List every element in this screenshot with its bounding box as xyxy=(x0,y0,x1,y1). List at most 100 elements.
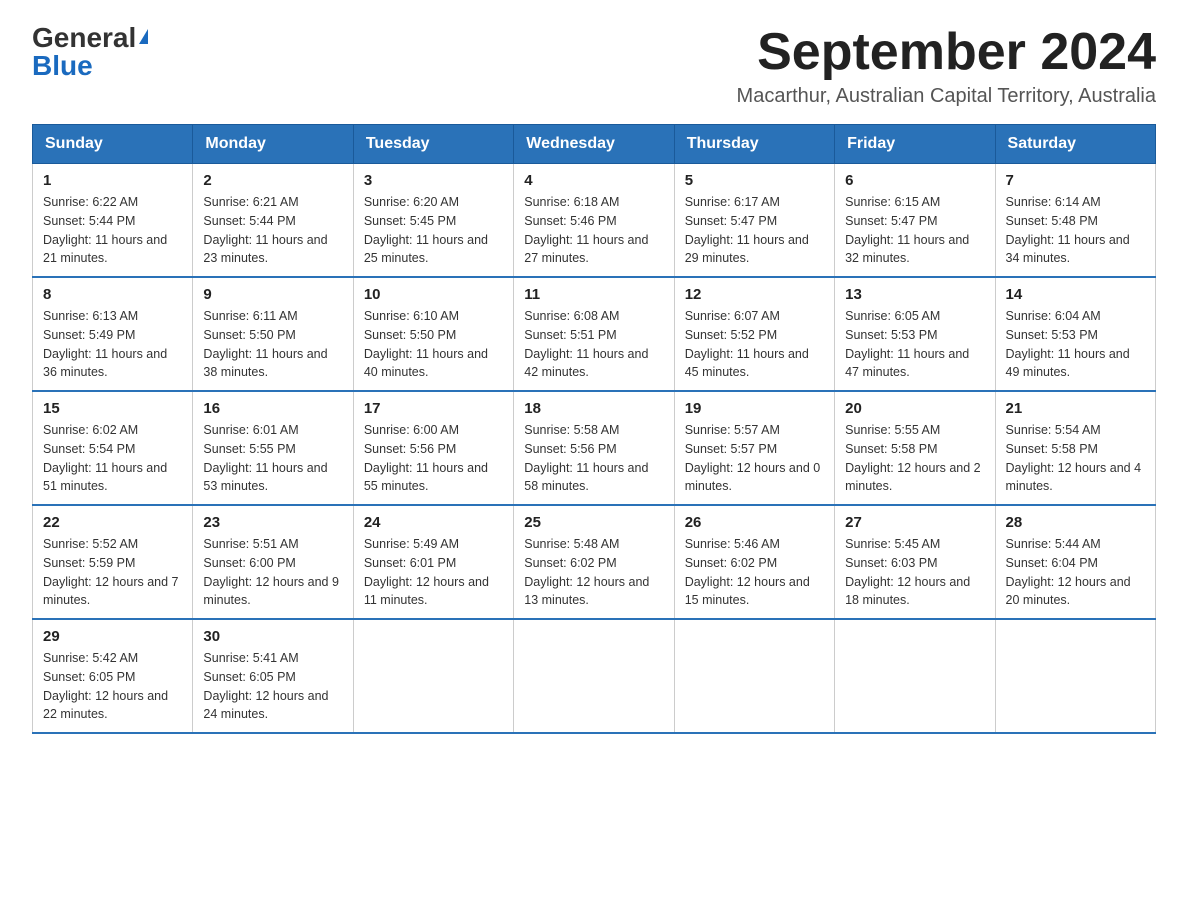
day-info: Sunrise: 6:21 AMSunset: 5:44 PMDaylight:… xyxy=(203,195,327,265)
title-area: September 2024 Macarthur, Australian Cap… xyxy=(737,24,1156,108)
logo-triangle-icon xyxy=(139,29,148,44)
calendar-day-cell: 2 Sunrise: 6:21 AMSunset: 5:44 PMDaylight… xyxy=(193,164,353,278)
day-info: Sunrise: 5:42 AMSunset: 6:05 PMDaylight:… xyxy=(43,651,168,721)
day-number: 9 xyxy=(203,286,342,303)
calendar-day-cell: 17Sunrise: 6:00 AMSunset: 5:56 PMDayligh… xyxy=(353,391,513,505)
day-info: Sunrise: 5:52 AMSunset: 5:59 PMDaylight:… xyxy=(43,537,179,607)
calendar-day-cell: 21 Sunrise: 5:54 AMSunset: 5:58 PMDayligh… xyxy=(995,391,1155,505)
day-info: Sunrise: 6:07 AMSunset: 5:52 PMDaylight:… xyxy=(685,309,809,379)
calendar-day-cell: 12 Sunrise: 6:07 AMSunset: 5:52 PMDayligh… xyxy=(674,277,834,391)
day-info: Sunrise: 6:11 AMSunset: 5:50 PMDaylight:… xyxy=(203,309,327,379)
day-number: 28 xyxy=(1006,514,1145,531)
day-number: 15 xyxy=(43,400,182,417)
calendar-header: SundayMondayTuesdayWednesdayThursdayFrid… xyxy=(33,125,1156,164)
calendar-day-cell: 16 Sunrise: 6:01 AMSunset: 5:55 PMDayligh… xyxy=(193,391,353,505)
calendar-day-cell: 25 Sunrise: 5:48 AMSunset: 6:02 PMDayligh… xyxy=(514,505,674,619)
day-of-week-header: Monday xyxy=(193,125,353,164)
calendar-day-cell: 14 Sunrise: 6:04 AMSunset: 5:53 PMDayligh… xyxy=(995,277,1155,391)
day-info: Sunrise: 5:46 AMSunset: 6:02 PMDaylight:… xyxy=(685,537,810,607)
day-info: Sunrise: 5:48 AMSunset: 6:02 PMDaylight:… xyxy=(524,537,649,607)
calendar-day-cell: 20 Sunrise: 5:55 AMSunset: 5:58 PMDayligh… xyxy=(835,391,995,505)
day-number: 24 xyxy=(364,514,503,531)
day-of-week-header: Tuesday xyxy=(353,125,513,164)
day-of-week-header: Wednesday xyxy=(514,125,674,164)
day-info: Sunrise: 6:17 AMSunset: 5:47 PMDaylight:… xyxy=(685,195,809,265)
calendar-day-cell: 4Sunrise: 6:18 AMSunset: 5:46 PMDaylight… xyxy=(514,164,674,278)
calendar-day-cell: 8 Sunrise: 6:13 AMSunset: 5:49 PMDaylight… xyxy=(33,277,193,391)
day-info: Sunrise: 5:58 AMSunset: 5:56 PMDaylight:… xyxy=(524,423,648,493)
logo: General Blue xyxy=(32,24,148,80)
day-info: Sunrise: 6:04 AMSunset: 5:53 PMDaylight:… xyxy=(1006,309,1130,379)
day-of-week-header: Sunday xyxy=(33,125,193,164)
calendar-day-cell xyxy=(514,619,674,733)
days-of-week-row: SundayMondayTuesdayWednesdayThursdayFrid… xyxy=(33,125,1156,164)
calendar-day-cell: 29Sunrise: 5:42 AMSunset: 6:05 PMDayligh… xyxy=(33,619,193,733)
day-number: 21 xyxy=(1006,400,1145,417)
day-number: 23 xyxy=(203,514,342,531)
calendar-day-cell: 28 Sunrise: 5:44 AMSunset: 6:04 PMDayligh… xyxy=(995,505,1155,619)
calendar-day-cell: 5 Sunrise: 6:17 AMSunset: 5:47 PMDaylight… xyxy=(674,164,834,278)
day-info: Sunrise: 5:54 AMSunset: 5:58 PMDaylight:… xyxy=(1006,423,1142,493)
day-of-week-header: Saturday xyxy=(995,125,1155,164)
day-number: 26 xyxy=(685,514,824,531)
day-info: Sunrise: 5:49 AMSunset: 6:01 PMDaylight:… xyxy=(364,537,489,607)
day-info: Sunrise: 5:45 AMSunset: 6:03 PMDaylight:… xyxy=(845,537,970,607)
day-info: Sunrise: 5:44 AMSunset: 6:04 PMDaylight:… xyxy=(1006,537,1131,607)
calendar-day-cell: 23 Sunrise: 5:51 AMSunset: 6:00 PMDayligh… xyxy=(193,505,353,619)
calendar-day-cell: 13 Sunrise: 6:05 AMSunset: 5:53 PMDayligh… xyxy=(835,277,995,391)
day-number: 18 xyxy=(524,400,663,417)
calendar-week-row: 15Sunrise: 6:02 AMSunset: 5:54 PMDayligh… xyxy=(33,391,1156,505)
day-number: 20 xyxy=(845,400,984,417)
day-number: 22 xyxy=(43,514,182,531)
month-year-title: September 2024 xyxy=(737,24,1156,81)
calendar-day-cell: 30 Sunrise: 5:41 AMSunset: 6:05 PMDayligh… xyxy=(193,619,353,733)
calendar-day-cell: 27 Sunrise: 5:45 AMSunset: 6:03 PMDayligh… xyxy=(835,505,995,619)
calendar-day-cell: 22 Sunrise: 5:52 AMSunset: 5:59 PMDayligh… xyxy=(33,505,193,619)
day-info: Sunrise: 5:51 AMSunset: 6:00 PMDaylight:… xyxy=(203,537,339,607)
calendar-day-cell: 24 Sunrise: 5:49 AMSunset: 6:01 PMDayligh… xyxy=(353,505,513,619)
day-info: Sunrise: 5:55 AMSunset: 5:58 PMDaylight:… xyxy=(845,423,981,493)
calendar-day-cell: 7Sunrise: 6:14 AMSunset: 5:48 PMDaylight… xyxy=(995,164,1155,278)
day-info: Sunrise: 6:01 AMSunset: 5:55 PMDaylight:… xyxy=(203,423,327,493)
calendar-day-cell: 6 Sunrise: 6:15 AMSunset: 5:47 PMDaylight… xyxy=(835,164,995,278)
day-info: Sunrise: 6:14 AMSunset: 5:48 PMDaylight:… xyxy=(1006,195,1130,265)
day-number: 2 xyxy=(203,172,342,189)
day-number: 27 xyxy=(845,514,984,531)
calendar-week-row: 8 Sunrise: 6:13 AMSunset: 5:49 PMDaylight… xyxy=(33,277,1156,391)
calendar-day-cell: 15Sunrise: 6:02 AMSunset: 5:54 PMDayligh… xyxy=(33,391,193,505)
calendar-week-row: 22 Sunrise: 5:52 AMSunset: 5:59 PMDayligh… xyxy=(33,505,1156,619)
day-of-week-header: Thursday xyxy=(674,125,834,164)
calendar-day-cell: 1Sunrise: 6:22 AMSunset: 5:44 PMDaylight… xyxy=(33,164,193,278)
calendar-table: SundayMondayTuesdayWednesdayThursdayFrid… xyxy=(32,124,1156,734)
day-number: 8 xyxy=(43,286,182,303)
day-info: Sunrise: 5:41 AMSunset: 6:05 PMDaylight:… xyxy=(203,651,328,721)
calendar-day-cell: 10Sunrise: 6:10 AMSunset: 5:50 PMDayligh… xyxy=(353,277,513,391)
calendar-day-cell xyxy=(995,619,1155,733)
page-header: General Blue September 2024 Macarthur, A… xyxy=(32,24,1156,108)
day-info: Sunrise: 6:00 AMSunset: 5:56 PMDaylight:… xyxy=(364,423,488,493)
day-info: Sunrise: 6:05 AMSunset: 5:53 PMDaylight:… xyxy=(845,309,969,379)
day-number: 30 xyxy=(203,628,342,645)
day-info: Sunrise: 5:57 AMSunset: 5:57 PMDaylight:… xyxy=(685,423,821,493)
day-number: 3 xyxy=(364,172,503,189)
day-info: Sunrise: 6:13 AMSunset: 5:49 PMDaylight:… xyxy=(43,309,167,379)
day-info: Sunrise: 6:10 AMSunset: 5:50 PMDaylight:… xyxy=(364,309,488,379)
day-number: 16 xyxy=(203,400,342,417)
day-info: Sunrise: 6:15 AMSunset: 5:47 PMDaylight:… xyxy=(845,195,969,265)
day-number: 12 xyxy=(685,286,824,303)
day-info: Sunrise: 6:18 AMSunset: 5:46 PMDaylight:… xyxy=(524,195,648,265)
day-number: 5 xyxy=(685,172,824,189)
day-number: 11 xyxy=(524,286,663,303)
day-number: 14 xyxy=(1006,286,1145,303)
calendar-day-cell xyxy=(674,619,834,733)
day-number: 6 xyxy=(845,172,984,189)
calendar-day-cell xyxy=(835,619,995,733)
day-number: 25 xyxy=(524,514,663,531)
day-info: Sunrise: 6:20 AMSunset: 5:45 PMDaylight:… xyxy=(364,195,488,265)
calendar-week-row: 1Sunrise: 6:22 AMSunset: 5:44 PMDaylight… xyxy=(33,164,1156,278)
calendar-day-cell: 11Sunrise: 6:08 AMSunset: 5:51 PMDayligh… xyxy=(514,277,674,391)
day-number: 19 xyxy=(685,400,824,417)
day-number: 13 xyxy=(845,286,984,303)
day-of-week-header: Friday xyxy=(835,125,995,164)
calendar-day-cell: 18 Sunrise: 5:58 AMSunset: 5:56 PMDayligh… xyxy=(514,391,674,505)
